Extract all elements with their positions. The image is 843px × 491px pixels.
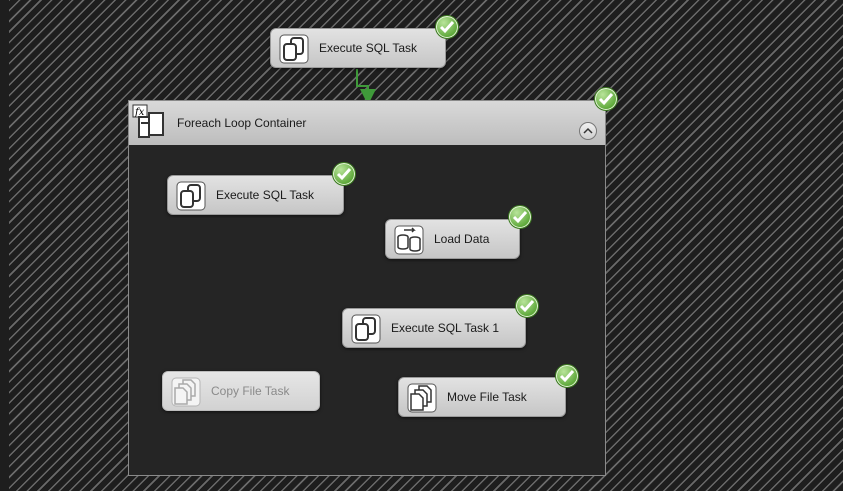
success-check-icon — [332, 162, 356, 186]
success-check-icon — [594, 87, 618, 111]
design-canvas[interactable]: Execute SQL Task fx Foreach Loop Contain… — [0, 0, 843, 491]
success-check-icon — [555, 364, 579, 388]
container-title: Foreach Loop Container — [177, 116, 307, 130]
execute-sql-icon — [279, 34, 309, 64]
task-load-data[interactable]: Load Data — [385, 219, 520, 259]
task-label: Move File Task — [447, 390, 527, 404]
task-execute-sql-1[interactable]: Execute SQL Task 1 — [342, 308, 526, 348]
collapse-button[interactable] — [579, 122, 597, 140]
success-check-icon — [515, 294, 539, 318]
task-label: Execute SQL Task — [319, 41, 418, 55]
data-flow-icon — [394, 225, 424, 255]
chevron-up-icon — [583, 127, 593, 134]
task-label: Load Data — [434, 232, 490, 246]
execute-sql-icon — [176, 181, 206, 211]
constraint-top-to-container[interactable] — [356, 69, 376, 105]
foreach-loop-icon: fx — [132, 104, 164, 138]
task-label: Execute SQL Task — [216, 188, 315, 202]
task-execute-sql[interactable]: Execute SQL Task — [167, 175, 344, 215]
task-label: Execute SQL Task 1 — [391, 321, 500, 335]
foreach-loop-container[interactable]: fx Foreach Loop Container — [128, 100, 606, 476]
task-copy-file[interactable]: Copy File Task — [162, 371, 320, 411]
task-label: Copy File Task — [211, 384, 290, 398]
task-execute-sql-top[interactable]: Execute SQL Task — [270, 28, 446, 68]
execute-sql-icon — [351, 314, 381, 344]
container-header[interactable]: fx Foreach Loop Container — [129, 101, 605, 145]
file-system-icon — [407, 383, 437, 413]
file-system-icon — [171, 377, 201, 407]
task-move-file[interactable]: Move File Task — [398, 377, 566, 417]
success-check-icon — [435, 15, 459, 39]
success-check-icon — [508, 205, 532, 229]
